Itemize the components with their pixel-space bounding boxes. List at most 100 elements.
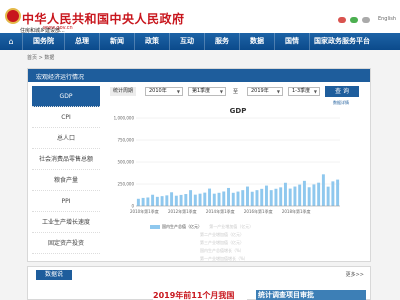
nav-item-service[interactable]: 服务 (204, 33, 239, 50)
bar (203, 192, 207, 206)
bar (293, 186, 297, 206)
bar (155, 196, 159, 206)
to-quarter-value: 1-3季度 (292, 88, 311, 94)
x-tick-label: 2018年第1季度 (282, 208, 311, 214)
data-talk-tab[interactable]: 数据说 (36, 270, 72, 280)
promo-banner-left[interactable]: 2019年前11个月我国 (153, 290, 247, 300)
sidebar-item-grain-output[interactable]: 粮食产量 (32, 170, 100, 191)
page: 中华人民共和国中央人民政府 www.gov.cn English ⌂ 国务院 总… (0, 0, 400, 300)
legend-faint-5[interactable]: 第一产业增加值增长（%） (200, 256, 248, 262)
bar (336, 179, 340, 206)
query-button[interactable]: 查 询 (325, 86, 359, 97)
bar (151, 194, 155, 206)
chevron-down-icon: ▼ (313, 89, 317, 94)
bar (217, 192, 221, 206)
bar (179, 194, 183, 206)
bar (236, 191, 240, 206)
sidebar-item-cpi[interactable]: CPI (32, 107, 100, 128)
bar (326, 186, 330, 206)
legend-swatch (150, 225, 160, 229)
to-quarter-select[interactable]: 1-3季度 ▼ (288, 87, 320, 96)
bar (274, 188, 278, 206)
from-quarter-select[interactable]: 第1季度 ▼ (188, 87, 226, 96)
bar (231, 192, 235, 206)
bar (255, 190, 259, 206)
bar (241, 190, 245, 206)
promo-banner-right[interactable]: 统计调查项目审批 (256, 290, 366, 300)
nav-item-service-platform[interactable]: 国家政务服务平台 (309, 33, 374, 50)
y-tick-label: 0 (131, 204, 134, 209)
to-year-value: 2019年 (251, 88, 269, 94)
bar (269, 190, 273, 206)
bar (331, 181, 335, 206)
bar (184, 194, 188, 206)
to-year-select[interactable]: 2019年 ▼ (247, 87, 283, 96)
bar (227, 187, 230, 206)
indicator-sidebar: GDP CPI 总人口 社会消费品零售总额 粮食产量 PPI 工业生产增长速度 … (32, 86, 100, 254)
chevron-down-icon: ▼ (276, 89, 280, 94)
bar (189, 190, 193, 206)
chevron-down-icon: ▼ (176, 89, 180, 94)
bar (170, 192, 174, 206)
bar (317, 182, 321, 206)
nav-item-state-council[interactable]: 国务院 (22, 33, 64, 50)
sidebar-item-ppi[interactable]: PPI (32, 191, 100, 212)
x-tick-label: 2014年第1季度 (206, 208, 235, 214)
gdp-chart-svg: GDP 1,000,000 750,000 500,000 250,000 02010年第… (114, 107, 340, 214)
weibo-icon[interactable] (338, 17, 346, 23)
nav-item-interaction[interactable]: 互动 (169, 33, 204, 50)
bar (222, 191, 226, 206)
nav-item-national-info[interactable]: 国情 (274, 33, 309, 50)
bar (198, 193, 202, 206)
y-tick-label: 250,000 (117, 182, 134, 187)
bar (321, 174, 325, 206)
bar (246, 186, 249, 206)
range-separator: 至 (233, 89, 239, 95)
bar (312, 184, 316, 206)
breadcrumb[interactable]: 首页 > 数据 (27, 54, 54, 61)
legend-primary[interactable]: 国内生产总值（亿元） 第一产业增加值（亿元） (150, 224, 253, 230)
sidebar-item-industrial-growth[interactable]: 工业生产增长速度 (32, 212, 100, 233)
nav-item-data[interactable]: 数据 (239, 33, 274, 50)
bar (264, 185, 268, 206)
x-tick-label: 2016年第1季度 (244, 208, 273, 214)
legend-faint-4[interactable]: 国内生产总值增长（%） (200, 248, 244, 254)
panel-title: 宏观经济运行情况 (36, 74, 85, 81)
bar (302, 180, 306, 206)
bar (307, 187, 311, 206)
language-link[interactable]: English (378, 16, 396, 22)
bar (298, 184, 302, 206)
mobile-icon[interactable] (362, 17, 370, 23)
sidebar-item-fixed-investment[interactable]: 固定资产投资 (32, 233, 100, 254)
bar (288, 188, 292, 206)
legend-faint-2[interactable]: 第二产业增加值（亿元） (200, 232, 244, 238)
bar (193, 194, 197, 206)
from-year-value: 2010年 (149, 88, 167, 94)
home-icon[interactable]: ⌂ (0, 33, 22, 50)
bar (279, 187, 283, 206)
nav-item-premier[interactable]: 总理 (64, 33, 99, 50)
nav-item-policy[interactable]: 政策 (134, 33, 169, 50)
sidebar-item-retail-sales[interactable]: 社会消费品零售总额 (32, 149, 100, 170)
more-link[interactable]: 更多>> (346, 271, 364, 278)
sidebar-item-gdp[interactable]: GDP (32, 86, 100, 107)
legend-label: 国内生产总值（亿元） (162, 224, 202, 229)
bar (165, 195, 169, 206)
legend-faint-1[interactable]: 第一产业增加值（亿元） (209, 224, 253, 229)
sidebar-item-population[interactable]: 总人口 (32, 128, 100, 149)
nav-item-news[interactable]: 新闻 (99, 33, 134, 50)
bar (208, 188, 212, 206)
legend-faint-3[interactable]: 第三产业增加值（亿元） (200, 240, 244, 246)
wechat-icon[interactable] (350, 17, 358, 23)
article-link[interactable]: 住房和城乡建设部... (20, 27, 65, 34)
social-icons (338, 17, 370, 23)
from-year-select[interactable]: 2010年 ▼ (145, 87, 183, 96)
x-tick-label: 2012年第1季度 (168, 208, 197, 214)
chart-title: GDP (230, 107, 247, 115)
bar (146, 197, 150, 206)
gdp-chart: GDP 1,000,000 750,000 500,000 250,000 0 2010年第… (100, 104, 350, 224)
bar (260, 188, 264, 206)
bar (160, 196, 164, 206)
period-label: 统计周期 (110, 87, 137, 96)
from-quarter-value: 第1季度 (192, 88, 211, 94)
